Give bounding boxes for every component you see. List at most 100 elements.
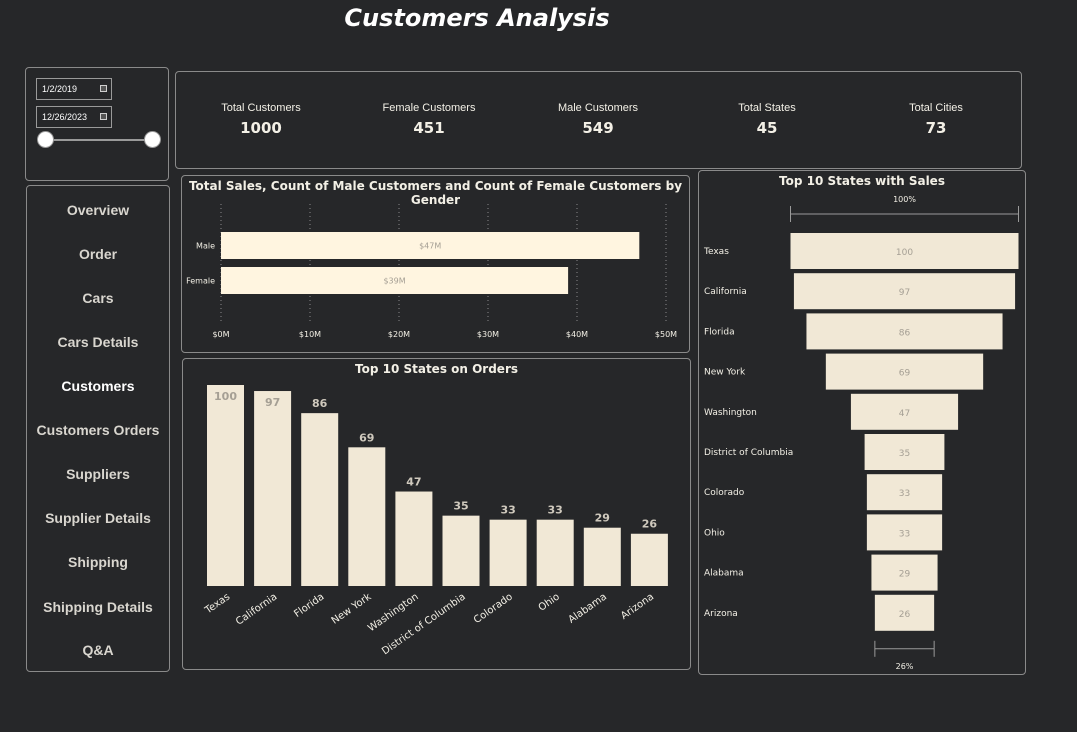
- bar: [630, 533, 668, 586]
- category-label: Male: [196, 242, 215, 251]
- calendar-icon[interactable]: [100, 113, 107, 120]
- category-label: District of Columbia: [704, 448, 793, 458]
- nav-item-cars[interactable]: Cars: [27, 290, 169, 306]
- x-tick-label: $30M: [477, 330, 499, 339]
- category-label: New York: [704, 368, 746, 378]
- x-tick-label: $40M: [566, 330, 588, 339]
- bar: [207, 385, 244, 586]
- category-label: Arizona: [619, 591, 656, 622]
- calendar-icon[interactable]: [100, 85, 107, 92]
- category-label: Alabama: [704, 569, 744, 579]
- nav-item-customers[interactable]: Customers: [27, 378, 169, 394]
- data-label: 29: [595, 512, 610, 525]
- top-states-sales-funnel[interactable]: Top 10 States with Sales 100% 100 Texas 97 C…: [698, 170, 1026, 675]
- data-label: 100: [214, 390, 237, 403]
- category-label: Washington: [704, 408, 757, 418]
- date-slider-track[interactable]: [46, 139, 152, 141]
- kpi-label: Male Customers: [557, 102, 639, 114]
- start-date-input[interactable]: 1/2/2019: [36, 78, 112, 100]
- nav-item-customers-orders[interactable]: Customers Orders: [27, 422, 169, 438]
- top-percent-label: 100%: [893, 195, 916, 204]
- kpi-label: Total Customers: [221, 102, 301, 114]
- bar: [348, 447, 386, 586]
- category-label: District of Columbia: [380, 591, 468, 657]
- bar: [536, 519, 574, 586]
- data-label: 33: [899, 489, 910, 499]
- category-label: New York: [330, 591, 374, 626]
- x-tick-label: $20M: [388, 330, 410, 339]
- bar: [489, 519, 527, 586]
- category-label: California: [234, 591, 279, 627]
- category-label: Florida: [704, 327, 735, 337]
- date-slider-end-handle[interactable]: [144, 131, 161, 148]
- data-label: 100: [896, 248, 913, 258]
- data-label: 35: [899, 449, 910, 459]
- category-label: California: [704, 287, 747, 297]
- bar: [442, 515, 480, 586]
- data-label: 29: [899, 570, 911, 580]
- x-tick-label: $10M: [299, 330, 321, 339]
- nav-item-supplier-details[interactable]: Supplier Details: [27, 510, 169, 526]
- data-label: 26: [642, 518, 658, 531]
- nav-item-shipping[interactable]: Shipping: [27, 554, 169, 570]
- bar: [254, 391, 292, 586]
- category-label: Female: [186, 277, 215, 286]
- category-label: Colorado: [704, 488, 745, 498]
- kpi-label: Total States: [738, 102, 796, 114]
- data-label: 86: [312, 397, 328, 410]
- kpi-value: 549: [582, 119, 614, 137]
- nav-item-cars-details[interactable]: Cars Details: [27, 334, 169, 350]
- category-label: Florida: [292, 591, 326, 620]
- data-label: 33: [500, 504, 515, 517]
- data-label: 47: [406, 476, 421, 489]
- data-label: $39M: [383, 277, 405, 286]
- kpi-value: 451: [413, 119, 445, 137]
- category-label: Colorado: [472, 591, 515, 626]
- data-label: 69: [899, 369, 911, 379]
- data-label: 26: [899, 610, 911, 620]
- category-label: Alabama: [567, 591, 609, 625]
- nav-item-suppliers[interactable]: Suppliers: [27, 466, 169, 482]
- end-date-value: 12/26/2023: [42, 112, 88, 122]
- nav-item-q-a[interactable]: Q&A: [27, 642, 169, 658]
- data-label: 69: [359, 431, 374, 444]
- page-title: Customers Analysis: [344, 4, 610, 32]
- category-label: Ohio: [704, 528, 725, 538]
- bar: [301, 413, 339, 586]
- top-states-orders-chart[interactable]: Top 10 States on Orders 100 Texas 97 Califo…: [182, 358, 691, 670]
- bar: [395, 491, 433, 586]
- data-label: 33: [548, 504, 563, 517]
- category-label: Arizona: [704, 609, 738, 619]
- sales-by-gender-chart[interactable]: Total Sales, Count of Male Customers and…: [181, 175, 690, 353]
- kpi-card: Total Customers 1000: [191, 102, 331, 137]
- end-date-input[interactable]: 12/26/2023: [36, 106, 112, 128]
- bar: [583, 527, 621, 586]
- start-date-value: 1/2/2019: [42, 84, 78, 94]
- sidebar-nav: Overview Order Cars Cars Details Customers Cu…: [26, 185, 170, 672]
- kpi-label: Total Cities: [909, 102, 963, 114]
- data-label: 97: [899, 288, 910, 298]
- kpi-card: Total Cities 73: [866, 102, 1006, 137]
- kpi-value: 45: [756, 119, 778, 137]
- kpi-label: Female Customers: [382, 102, 476, 114]
- kpi-card: Female Customers 451: [359, 102, 499, 137]
- data-label: 35: [453, 500, 468, 513]
- kpi-value: 73: [925, 119, 947, 137]
- nav-item-shipping-details[interactable]: Shipping Details: [27, 599, 169, 615]
- category-label: Texas: [202, 591, 232, 616]
- category-label: Texas: [703, 247, 729, 257]
- nav-item-overview[interactable]: Overview: [27, 202, 169, 218]
- date-range-slicer: 1/2/2019 12/26/2023: [25, 67, 169, 181]
- data-label: 47: [899, 409, 910, 419]
- kpi-card: Total States 45: [697, 102, 837, 137]
- kpi-card: Male Customers 549: [528, 102, 668, 137]
- x-tick-label: $0M: [212, 330, 229, 339]
- category-label: Ohio: [537, 591, 562, 613]
- bottom-percent-label: 26%: [896, 662, 914, 671]
- nav-item-order[interactable]: Order: [27, 246, 169, 262]
- data-label: 97: [265, 396, 280, 409]
- kpi-value: 1000: [240, 119, 282, 137]
- data-label: 33: [899, 529, 910, 539]
- data-label: $47M: [419, 242, 441, 251]
- date-slider-start-handle[interactable]: [37, 131, 54, 148]
